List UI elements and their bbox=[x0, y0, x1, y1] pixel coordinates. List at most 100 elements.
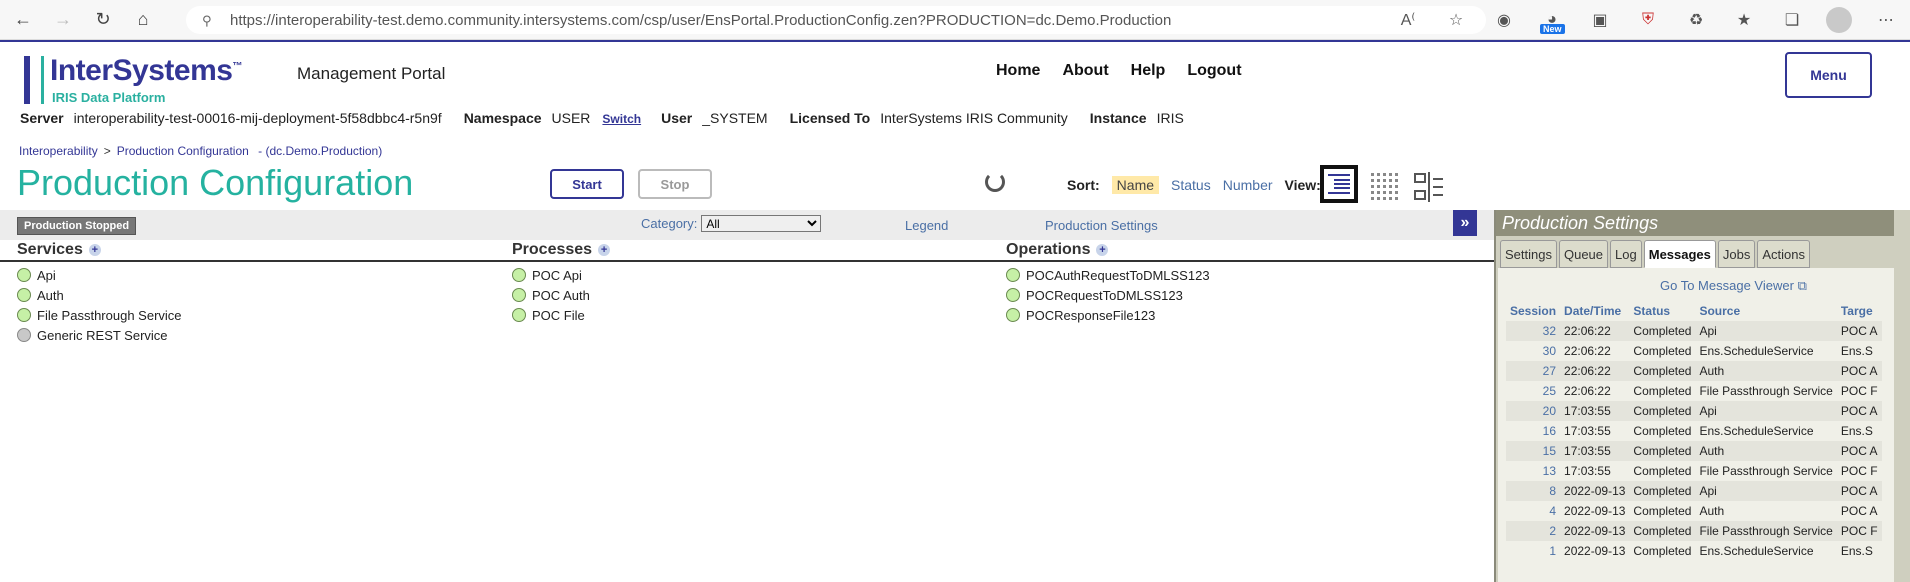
extension-gray-icon[interactable]: ▣ bbox=[1586, 6, 1614, 34]
reload-icon[interactable]: ↻ bbox=[86, 3, 120, 37]
tab-actions[interactable]: Actions bbox=[1757, 240, 1810, 268]
session-cell[interactable]: 32 bbox=[1506, 321, 1561, 341]
sort-number-option[interactable]: Number bbox=[1223, 177, 1273, 193]
col-datetime[interactable]: Date/Time bbox=[1560, 301, 1629, 321]
panel-title: Production Settings bbox=[1496, 210, 1894, 236]
table-row[interactable]: 15 17:03:55 Completed Auth POC A bbox=[1506, 441, 1882, 461]
tab-log[interactable]: Log bbox=[1610, 240, 1642, 268]
table-row[interactable]: 32 22:06:22 Completed Api POC A bbox=[1506, 321, 1882, 341]
sort-name-option[interactable]: Name bbox=[1111, 176, 1160, 194]
session-cell[interactable]: 15 bbox=[1506, 441, 1561, 461]
status-on-icon bbox=[1006, 308, 1020, 322]
help-link[interactable]: Help bbox=[1131, 62, 1166, 80]
home-link[interactable]: Home bbox=[996, 62, 1040, 80]
operation-item-auth-request[interactable]: POCAuthRequestToDMLSS123 bbox=[1006, 265, 1496, 285]
tab-messages[interactable]: Messages bbox=[1643, 240, 1716, 268]
col-target[interactable]: Targe bbox=[1837, 301, 1882, 321]
extension-shield-icon[interactable]: ⛨ bbox=[1634, 6, 1662, 34]
read-aloud-icon[interactable]: A⁽ bbox=[1394, 6, 1422, 34]
tab-queue[interactable]: Queue bbox=[1558, 240, 1609, 268]
collapse-panel-button[interactable]: » bbox=[1453, 210, 1477, 236]
add-favorite-icon[interactable]: ☆ bbox=[1442, 6, 1470, 34]
col-status[interactable]: Status bbox=[1629, 301, 1695, 321]
service-item-auth[interactable]: Auth bbox=[17, 285, 507, 305]
session-cell[interactable]: 13 bbox=[1506, 461, 1560, 481]
top-links: Home About Help Logout bbox=[996, 62, 1242, 80]
production-toolbar: Production Stopped Category: All Legend … bbox=[0, 210, 1494, 240]
forward-icon[interactable]: → bbox=[46, 3, 80, 37]
session-cell[interactable]: 27 bbox=[1506, 361, 1561, 381]
table-row[interactable]: 8 2022-09-13 Completed Api POC A bbox=[1506, 481, 1882, 501]
session-cell[interactable]: 20 bbox=[1506, 401, 1561, 421]
view-split-icon[interactable] bbox=[1410, 168, 1448, 206]
breadcrumb-interoperability[interactable]: Interoperability bbox=[19, 144, 98, 158]
extension-new-icon[interactable]: ◕ New bbox=[1538, 6, 1566, 34]
logout-link[interactable]: Logout bbox=[1187, 62, 1241, 80]
table-row[interactable]: 13 17:03:55 Completed File Passthrough Serv… bbox=[1506, 461, 1882, 481]
table-row[interactable]: 1 2022-09-13 Completed Ens.ScheduleService E… bbox=[1506, 541, 1882, 561]
stop-button[interactable]: Stop bbox=[638, 169, 712, 199]
view-list-icon[interactable] bbox=[1320, 165, 1358, 203]
target-cell: POC A bbox=[1836, 361, 1882, 381]
logo-brand: InterSystems™ bbox=[50, 54, 242, 87]
add-process-icon[interactable]: + bbox=[598, 244, 611, 256]
instance-label: Instance bbox=[1089, 110, 1147, 126]
process-item-poc-file[interactable]: POC File bbox=[512, 305, 1002, 325]
more-icon[interactable]: ⋯ bbox=[1872, 6, 1900, 34]
user-value: _SYSTEM bbox=[702, 110, 768, 126]
source-cell: File Passthrough Service bbox=[1699, 464, 1833, 478]
sort-status-option[interactable]: Status bbox=[1171, 177, 1211, 193]
address-bar[interactable]: ⚲ https://interoperability-test.demo.com… bbox=[186, 6, 1486, 34]
collections-icon[interactable]: ❏ bbox=[1778, 6, 1806, 34]
status-on-icon bbox=[1006, 288, 1020, 302]
about-link[interactable]: About bbox=[1062, 62, 1108, 80]
col-session[interactable]: Session bbox=[1506, 301, 1560, 321]
table-row[interactable]: 27 22:06:22 Completed Auth POC A bbox=[1506, 361, 1882, 381]
home-icon[interactable]: ⌂ bbox=[126, 3, 160, 37]
table-row[interactable]: 2 2022-09-13 Completed File Passthrough Ser… bbox=[1506, 521, 1882, 541]
category-select[interactable]: All bbox=[701, 215, 822, 232]
view-label: View: bbox=[1284, 177, 1321, 193]
switch-namespace-link[interactable]: Switch bbox=[602, 112, 641, 126]
service-item-file-passthrough[interactable]: File Passthrough Service bbox=[17, 305, 507, 325]
session-cell[interactable]: 4 bbox=[1506, 501, 1560, 521]
session-cell[interactable]: 1 bbox=[1506, 541, 1560, 561]
col-source[interactable]: Source bbox=[1695, 301, 1836, 321]
go-to-message-viewer-link[interactable]: Go To Message Viewer ⧉ bbox=[1660, 278, 1807, 294]
session-cell[interactable]: 30 bbox=[1506, 341, 1560, 361]
datetime-cell: 2022-09-13 bbox=[1564, 544, 1626, 558]
service-item-generic-rest[interactable]: Generic REST Service bbox=[17, 325, 507, 345]
item-label: Auth bbox=[37, 287, 64, 303]
session-cell[interactable]: 2 bbox=[1506, 521, 1561, 541]
service-item-api[interactable]: Api bbox=[17, 265, 507, 285]
back-icon[interactable]: ← bbox=[6, 3, 40, 37]
start-button[interactable]: Start bbox=[550, 169, 624, 199]
session-cell[interactable]: 16 bbox=[1506, 421, 1560, 441]
process-item-poc-api[interactable]: POC Api bbox=[512, 265, 1002, 285]
extensions-icon[interactable]: ♻ bbox=[1682, 6, 1710, 34]
table-row[interactable]: 16 17:03:55 Completed Ens.ScheduleService En… bbox=[1506, 421, 1882, 441]
table-row[interactable]: 4 2022-09-13 Completed Auth POC A bbox=[1506, 501, 1882, 521]
menu-button[interactable]: Menu bbox=[1785, 52, 1872, 98]
operation-item-request[interactable]: POCRequestToDMLSS123 bbox=[1006, 285, 1496, 305]
favorites-icon[interactable]: ★ bbox=[1730, 6, 1758, 34]
legend-link[interactable]: Legend bbox=[905, 218, 948, 233]
refresh-icon[interactable] bbox=[985, 172, 1005, 192]
extension-icon[interactable]: ◉ bbox=[1490, 6, 1518, 34]
process-item-poc-auth[interactable]: POC Auth bbox=[512, 285, 1002, 305]
production-settings-link[interactable]: Production Settings bbox=[1045, 218, 1158, 233]
tab-jobs[interactable]: Jobs bbox=[1717, 240, 1756, 268]
session-cell[interactable]: 25 bbox=[1506, 381, 1560, 401]
session-cell[interactable]: 8 bbox=[1506, 481, 1561, 501]
tab-settings[interactable]: Settings bbox=[1500, 240, 1557, 268]
operation-item-response-file[interactable]: POCResponseFile123 bbox=[1006, 305, 1496, 325]
table-row[interactable]: 25 22:06:22 Completed File Passthrough Serv… bbox=[1506, 381, 1882, 401]
add-service-icon[interactable]: + bbox=[88, 244, 101, 256]
breadcrumb-current[interactable]: Production Configuration bbox=[117, 144, 249, 158]
table-row[interactable]: 30 22:06:22 Completed Ens.ScheduleService En… bbox=[1506, 341, 1882, 361]
table-row[interactable]: 20 17:03:55 Completed Api POC A bbox=[1506, 401, 1882, 421]
view-grid-icon[interactable] bbox=[1366, 168, 1404, 206]
profile-avatar[interactable] bbox=[1826, 7, 1852, 33]
intersystems-logo[interactable]: InterSystems™ IRIS Data Platform bbox=[24, 50, 244, 106]
add-operation-icon[interactable]: + bbox=[1096, 244, 1109, 256]
